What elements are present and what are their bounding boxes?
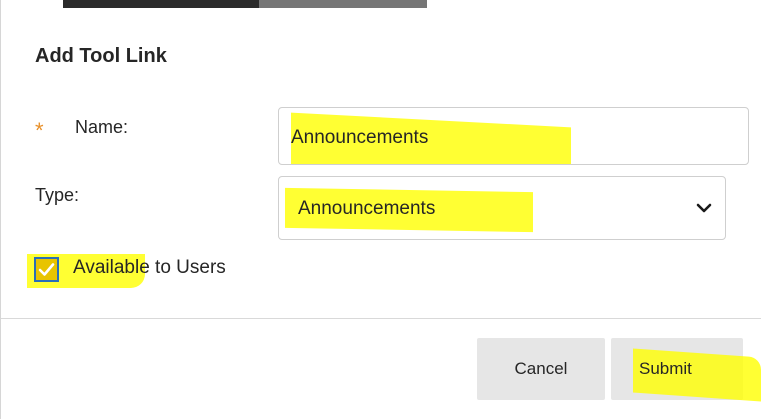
name-field-row: * Name: Announcements xyxy=(35,107,755,167)
available-to-users-row: Available to Users xyxy=(27,248,330,288)
type-label: Type: xyxy=(35,185,80,205)
submit-button-label: Submit xyxy=(639,359,692,378)
type-select[interactable]: Announcements xyxy=(278,176,726,240)
available-to-users-checkbox[interactable] xyxy=(34,257,59,282)
cancel-button[interactable]: Cancel xyxy=(477,338,605,400)
cancel-button-label: Cancel xyxy=(514,359,568,378)
top-tab-indicator-secondary xyxy=(259,0,427,8)
footer-divider xyxy=(1,318,761,319)
top-tab-indicator xyxy=(63,0,259,8)
type-select-value: Announcements xyxy=(298,198,436,219)
name-input-value: Announcements xyxy=(291,127,429,148)
required-asterisk: * xyxy=(35,118,44,143)
name-input[interactable]: Announcements xyxy=(278,107,749,165)
available-to-users-label: Available to Users xyxy=(73,257,226,278)
checkmark-icon xyxy=(38,263,55,276)
dialog-panel: Add Tool Link * Name: Announcements Type… xyxy=(0,0,761,419)
name-label: Name: xyxy=(75,117,129,137)
chevron-down-icon xyxy=(696,203,712,213)
dialog-title: Add Tool Link xyxy=(35,45,167,67)
